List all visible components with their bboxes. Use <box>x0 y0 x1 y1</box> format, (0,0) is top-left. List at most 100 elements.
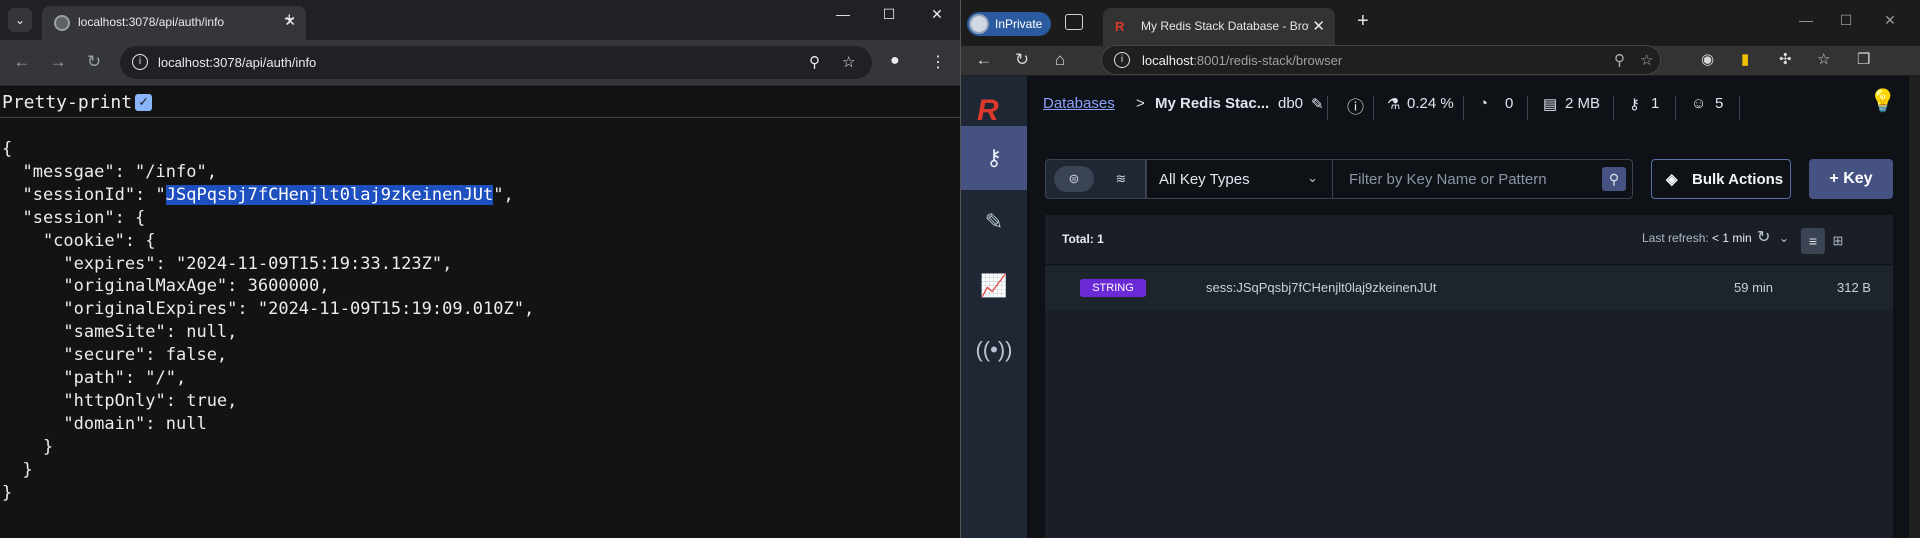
pretty-print-label: Pretty-print <box>2 92 133 113</box>
json-line: ", <box>493 184 514 205</box>
json-line: } <box>2 482 13 503</box>
key-list-header: Total: 1 Last refresh: < 1 min ↻ ⌄ ≡ ⊞ <box>1045 215 1893 265</box>
add-key-button[interactable]: + Key <box>1809 159 1893 199</box>
url-host: localhost <box>1142 53 1194 68</box>
db-index: db0 <box>1278 95 1304 112</box>
json-line: "httpOnly": true, <box>2 390 238 411</box>
refresh-icon[interactable]: ↻ <box>1757 227 1770 247</box>
url-text: localhost:8001/redis-stack/browser <box>1142 53 1342 68</box>
new-tab-icon[interactable]: + <box>284 9 295 30</box>
address-bar[interactable]: i localhost:8001/redis-stack/browser ⚲ ☆ <box>1101 45 1661 75</box>
breadcrumb: Databases <box>1043 95 1115 112</box>
json-line: "originalExpires": "2024-11-09T15:19:09.… <box>2 299 535 320</box>
json-viewer: { "messgae": "/info", "sessionId": "JSqP… <box>2 138 534 505</box>
key-list-panel: Total: 1 Last refresh: < 1 min ↻ ⌄ ≡ ⊞ S… <box>1045 215 1893 538</box>
layers-icon: ◈ <box>1666 171 1678 188</box>
favorite-star-icon[interactable]: ☆ <box>1640 51 1653 69</box>
key-type-selected: All Key Types <box>1159 171 1250 188</box>
site-info-icon[interactable]: i <box>132 54 148 70</box>
maximize-icon[interactable]: ☐ <box>1831 12 1861 29</box>
insights-bulb-icon[interactable]: 💡 <box>1869 88 1896 114</box>
bookmark-star-icon[interactable]: ☆ <box>842 53 855 71</box>
bulk-actions-label: Bulk Actions <box>1692 171 1784 188</box>
redis-logo-icon[interactable]: R <box>977 94 1011 127</box>
cpu-icon: ⚗ <box>1387 96 1401 113</box>
edit-pencil-icon[interactable]: ✎ <box>1311 95 1324 113</box>
analysis-chart-icon[interactable]: 📈 <box>961 254 1027 318</box>
reload-icon[interactable]: ↻ <box>1011 50 1033 70</box>
left-browser-window: ⌄ localhost:3078/api/auth/info ✕ + — ☐ ✕… <box>0 0 960 538</box>
ops-gauge-icon: ◔ <box>1479 95 1489 112</box>
json-line: "originalMaxAge": 3600000, <box>2 276 330 297</box>
json-line: "session": { <box>2 207 146 228</box>
collections-icon[interactable]: ❐ <box>1857 50 1870 68</box>
vector-search-icon[interactable]: ≋ <box>1104 166 1138 192</box>
back-icon[interactable]: ← <box>973 50 995 70</box>
search-icon[interactable]: ⚲ <box>1602 167 1626 191</box>
bulk-actions-button[interactable]: ◈ Bulk Actions <box>1651 159 1791 199</box>
key-type-select[interactable]: All Key Types ⌄ <box>1146 159 1333 199</box>
tab-actions-icon[interactable] <box>1065 14 1083 30</box>
ops-value: 0 <box>1505 95 1514 112</box>
close-window-icon[interactable]: ✕ <box>1875 12 1905 29</box>
extensions-icon[interactable]: ✣ <box>1779 50 1792 68</box>
clients-icon: ☺ <box>1691 95 1707 112</box>
filter-mode-icon[interactable]: ⊜ <box>1054 166 1094 192</box>
address-bar[interactable]: i localhost:3078/api/auth/info ⚲ ☆ <box>120 46 872 79</box>
new-tab-icon[interactable]: + <box>1357 10 1369 33</box>
minimize-icon[interactable]: — <box>1791 12 1821 28</box>
selected-session-id[interactable]: JSqPqsbj7fCHenjlt0laj9zkeinenJUt <box>165 184 494 205</box>
workbench-edit-icon[interactable]: ✎ <box>961 190 1027 254</box>
json-line: } <box>2 459 33 480</box>
info-icon[interactable]: ⓘ <box>1347 93 1364 118</box>
zoom-icon[interactable]: ⚲ <box>1614 51 1625 69</box>
extension-clipboard-icon[interactable]: ▮ <box>1741 50 1749 68</box>
list-view-icon[interactable]: ≡ <box>1801 228 1825 254</box>
memory-value: 2 MB <box>1565 95 1601 112</box>
key-name: sess:JSqPqsbj7fCHenjlt0laj9zkeinenJUt <box>1206 280 1437 295</box>
close-window-icon[interactable]: ✕ <box>922 6 952 23</box>
favorites-icon[interactable]: ☆ <box>1817 50 1830 68</box>
databases-link[interactable]: Databases <box>1043 95 1115 112</box>
globe-icon <box>54 15 70 31</box>
close-tab-icon[interactable]: ✕ <box>1312 17 1325 35</box>
minimize-icon[interactable]: — <box>828 6 858 22</box>
active-tab[interactable]: localhost:3078/api/auth/info ✕ <box>42 6 306 40</box>
back-icon[interactable]: ← <box>11 52 33 72</box>
search-placeholder: Filter by Key Name or Pattern <box>1349 171 1547 188</box>
reload-icon[interactable]: ↻ <box>83 52 105 72</box>
forward-icon[interactable]: → <box>47 52 69 72</box>
json-line: "cookie": { <box>2 230 156 251</box>
key-search-input[interactable]: Filter by Key Name or Pattern ⚲ <box>1333 159 1633 199</box>
json-line: "messgae": "/info", <box>2 161 217 182</box>
json-line: "domain": null <box>2 413 207 434</box>
active-tab[interactable]: R My Redis Stack Database - Browser ✕ <box>1103 8 1335 46</box>
json-line: "sessionId": " <box>2 184 166 205</box>
auto-refresh-chevron-icon[interactable]: ⌄ <box>1779 231 1789 245</box>
clients-value: 5 <box>1715 95 1724 112</box>
inprivate-badge[interactable]: InPrivate <box>967 12 1051 36</box>
redis-sidebar: R ⚷ ✎ 📈 ((•)) <box>961 76 1027 538</box>
tab-strip: ⌄ localhost:3078/api/auth/info ✕ + — ☐ ✕ <box>0 0 960 40</box>
cpu-value: 0.24 % <box>1407 95 1454 112</box>
browser-key-icon[interactable]: ⚷ <box>961 126 1027 190</box>
zoom-icon[interactable]: ⚲ <box>809 53 820 71</box>
redis-favicon-icon: R <box>1115 19 1125 34</box>
menu-kebab-icon[interactable]: ⋮ <box>930 52 946 72</box>
page-scrollbar[interactable] <box>1909 76 1920 538</box>
avatar <box>969 14 989 34</box>
maximize-icon[interactable]: ☐ <box>874 6 904 23</box>
json-line: "expires": "2024-11-09T15:19:33.123Z", <box>2 253 453 274</box>
tab-title: My Redis Stack Database - Browser <box>1141 19 1309 33</box>
pretty-print-checkbox[interactable]: ✓ <box>135 94 152 111</box>
json-line: } <box>2 436 54 457</box>
home-icon[interactable]: ⌂ <box>1049 50 1071 70</box>
tab-search-menu-icon[interactable]: ⌄ <box>8 8 32 32</box>
tree-view-icon[interactable]: ⊞ <box>1827 228 1849 254</box>
site-info-icon[interactable]: i <box>1114 52 1130 68</box>
pubsub-broadcast-icon[interactable]: ((•)) <box>961 318 1027 382</box>
table-row[interactable]: STRING sess:JSqPqsbj7fCHenjlt0laj9zkeine… <box>1045 266 1893 310</box>
extension-glasses-icon[interactable]: ◉ <box>1701 50 1714 68</box>
type-badge: STRING <box>1080 279 1146 297</box>
profile-icon[interactable]: ● <box>890 52 900 70</box>
